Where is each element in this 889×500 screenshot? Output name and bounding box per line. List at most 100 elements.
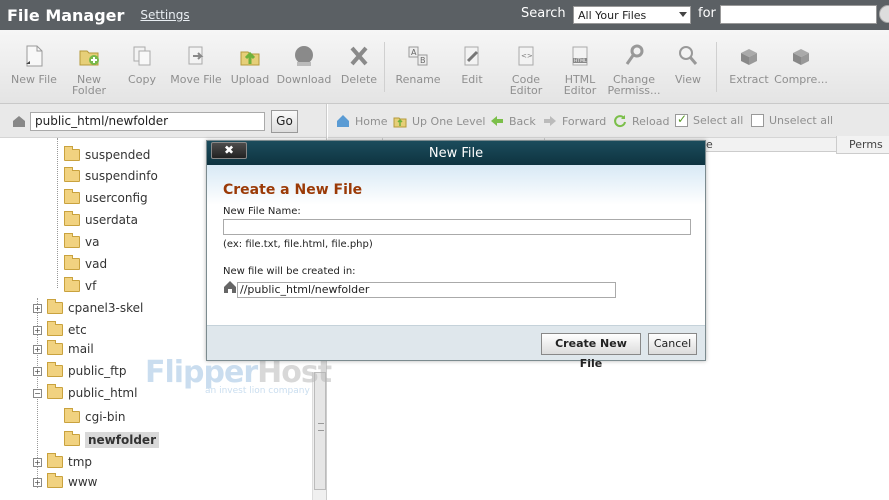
copy-button[interactable]: Copy: [112, 44, 172, 85]
search-label: Search: [521, 6, 566, 21]
tree-item-va[interactable]: va: [64, 233, 99, 251]
close-button[interactable]: ✖: [211, 142, 247, 159]
select-all-label: Select all: [693, 114, 744, 127]
column-header-partial[interactable]: e: [706, 138, 713, 151]
delete-icon: [350, 46, 368, 66]
delete-button[interactable]: Delete: [329, 44, 389, 85]
toolbar-divider: [716, 42, 717, 92]
folder-icon: [64, 211, 80, 226]
reload-icon: [614, 115, 626, 128]
edit-button[interactable]: Edit: [442, 44, 502, 85]
folder-icon: [64, 189, 80, 204]
file-name-example: (ex: file.txt, file.html, file.php): [223, 239, 373, 250]
view-button[interactable]: View: [658, 44, 718, 85]
new-folder-icon: [79, 50, 99, 66]
tree-item-cgi-bin[interactable]: cgi-bin: [64, 408, 125, 426]
new-file-dialog: New File ✖ Create a New File New File Na…: [206, 140, 706, 370]
help-icon[interactable]: [879, 5, 889, 23]
search-input[interactable]: [720, 5, 877, 24]
tree-item-www[interactable]: + www: [33, 473, 97, 491]
expand-icon[interactable]: +: [33, 344, 42, 354]
reload-button[interactable]: Reload: [613, 114, 669, 128]
back-label: Back: [509, 114, 536, 128]
up-one-level-button[interactable]: Up One Level: [393, 114, 485, 128]
collapse-icon[interactable]: −: [33, 388, 42, 398]
folder-icon: [64, 255, 80, 270]
tree-item-suspended[interactable]: suspended: [64, 146, 150, 164]
tree-item-userconfig[interactable]: userconfig: [64, 189, 148, 207]
column-header-perms[interactable]: Perms: [836, 136, 889, 154]
copy-label: Copy: [128, 73, 156, 86]
up-one-level-label: Up One Level: [412, 114, 486, 128]
upload-icon: [240, 51, 260, 66]
tree-item-label: www: [68, 475, 98, 489]
tree-item-tmp[interactable]: + tmp: [33, 453, 92, 471]
expand-icon[interactable]: +: [33, 366, 42, 376]
tree-scrollbar[interactable]: [312, 372, 326, 500]
expand-icon[interactable]: +: [33, 325, 42, 335]
path-input[interactable]: public_html/newfolder: [30, 112, 265, 131]
cancel-button[interactable]: Cancel: [648, 333, 697, 355]
new-file-label: New File: [11, 73, 57, 86]
search-scope-select[interactable]: All Your Files: [573, 6, 691, 24]
change-permissions-label-2: Permiss...: [607, 84, 661, 97]
tree-item-mail[interactable]: + mail: [33, 340, 94, 358]
scrollbar-thumb[interactable]: [314, 372, 326, 490]
expand-icon[interactable]: +: [33, 457, 42, 467]
unselect-all-button[interactable]: Unselect all: [751, 114, 833, 127]
file-name-input[interactable]: [223, 219, 691, 235]
html-editor-icon: HTML: [572, 46, 588, 66]
tree-item-vad[interactable]: vad: [64, 255, 107, 273]
upload-button[interactable]: Upload: [220, 44, 280, 85]
location-input[interactable]: //public_html/newfolder: [237, 282, 616, 298]
tree-item-etc[interactable]: + etc: [33, 321, 87, 339]
tree-item-public-ftp[interactable]: + public_ftp: [33, 362, 126, 380]
create-new-file-button[interactable]: Create New File: [541, 333, 641, 370]
tree-item-public-html[interactable]: − public_html: [33, 384, 137, 402]
new-folder-label-2: Folder: [72, 84, 106, 97]
move-file-label: Move File: [170, 73, 222, 86]
expand-icon[interactable]: +: [33, 303, 42, 313]
select-all-button[interactable]: Select all: [675, 112, 744, 127]
rename-button[interactable]: AB Rename: [388, 44, 448, 85]
change-permissions-button[interactable]: Change Permiss...: [604, 44, 664, 96]
download-button[interactable]: Download: [274, 44, 334, 85]
tree-item-vf[interactable]: vf: [64, 277, 96, 295]
close-icon: ✖: [223, 143, 235, 157]
svg-text:B: B: [420, 56, 426, 65]
move-file-icon: [188, 46, 204, 65]
new-file-button[interactable]: New File: [4, 44, 64, 85]
extract-button[interactable]: Extract: [719, 44, 779, 85]
chevron-down-icon: [679, 12, 687, 17]
move-file-button[interactable]: Move File: [166, 44, 226, 85]
dialog-body: Create a New File New File Name: (ex: fi…: [207, 165, 705, 325]
go-button[interactable]: Go: [271, 110, 298, 133]
forward-label: Forward: [562, 114, 607, 128]
tree-item-userdata[interactable]: userdata: [64, 211, 138, 229]
expand-icon[interactable]: +: [33, 477, 42, 487]
arrow-left-icon: [491, 116, 503, 126]
settings-link[interactable]: Settings: [140, 8, 189, 22]
copy-icon: [133, 46, 151, 66]
tree-item-cpanel3-skel[interactable]: + cpanel3-skel: [33, 299, 143, 317]
upload-label: Upload: [230, 73, 270, 86]
tree-item-label: public_html: [68, 386, 138, 400]
folder-icon: [64, 431, 80, 446]
compress-button[interactable]: Compre...: [771, 44, 831, 85]
home-button[interactable]: Home: [336, 114, 387, 128]
arrow-right-icon: [544, 116, 556, 126]
code-editor-button[interactable]: <> Code Editor: [496, 44, 556, 96]
forward-button[interactable]: Forward: [543, 114, 606, 128]
path-bar: public_html/newfolder Go: [0, 104, 326, 138]
dialog-title-bar: New File ✖: [207, 141, 705, 165]
back-button[interactable]: Back: [490, 114, 536, 128]
tree-item-suspendinfo[interactable]: suspendinfo: [64, 167, 158, 185]
new-folder-button[interactable]: New Folder: [59, 44, 119, 96]
tree-item-newfolder[interactable]: newfolder: [64, 431, 159, 449]
tree-item-label: userconfig: [85, 191, 148, 205]
up-folder-icon: [393, 117, 407, 128]
delete-label: Delete: [340, 73, 378, 86]
folder-icon: [47, 453, 63, 468]
code-editor-icon: <>: [518, 46, 534, 66]
html-editor-button[interactable]: HTML HTML Editor: [550, 44, 610, 96]
